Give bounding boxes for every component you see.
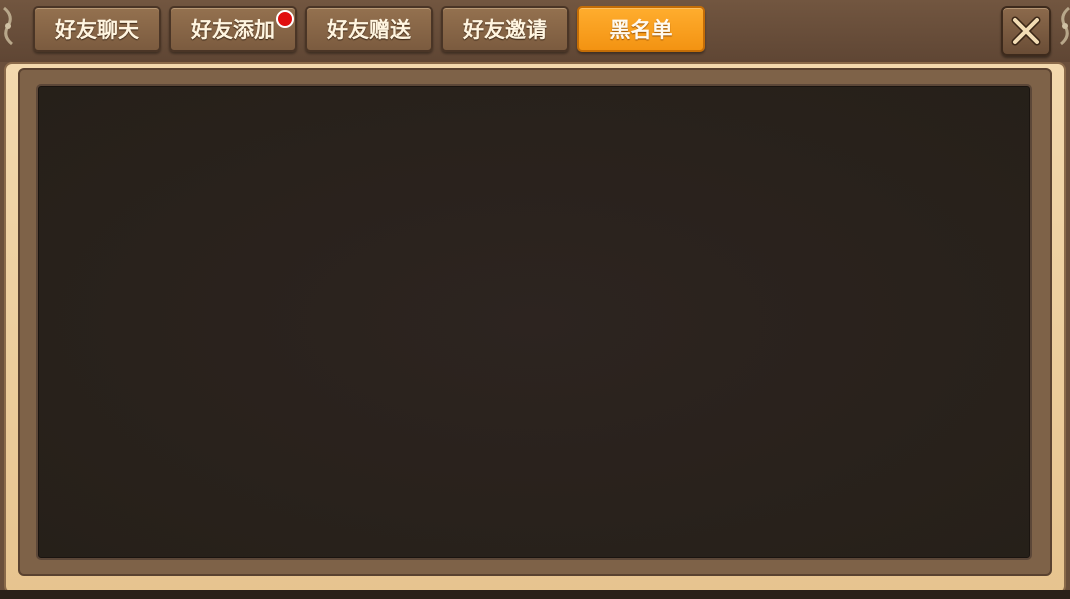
corner-ornament-right	[1060, 6, 1070, 46]
corner-ornament-left	[3, 6, 13, 46]
tab-friend-gift[interactable]: 好友赠送	[305, 6, 433, 52]
close-button[interactable]	[1001, 6, 1051, 56]
tab-label: 好友赠送	[327, 18, 411, 42]
tab-blacklist[interactable]: 黑名单	[577, 6, 705, 52]
close-icon	[1011, 16, 1041, 46]
tab-label: 好友邀请	[463, 18, 547, 42]
tab-friend-add[interactable]: 好友添加	[169, 6, 297, 52]
tab-bar: 好友聊天 好友添加 好友赠送 好友邀请 黑名单	[0, 0, 1070, 62]
tab-friend-chat[interactable]: 好友聊天	[33, 6, 161, 52]
notification-dot-icon	[276, 10, 294, 28]
tab-label: 黑名单	[609, 18, 673, 42]
friends-window: 好友聊天 好友添加 好友赠送 好友邀请 黑名单	[0, 0, 1070, 599]
tab-label: 好友添加	[191, 18, 275, 42]
tab-label: 好友聊天	[55, 18, 139, 42]
background-strip	[0, 590, 1070, 599]
tab-friend-invite[interactable]: 好友邀请	[441, 6, 569, 52]
blacklist-content-panel	[36, 84, 1032, 560]
